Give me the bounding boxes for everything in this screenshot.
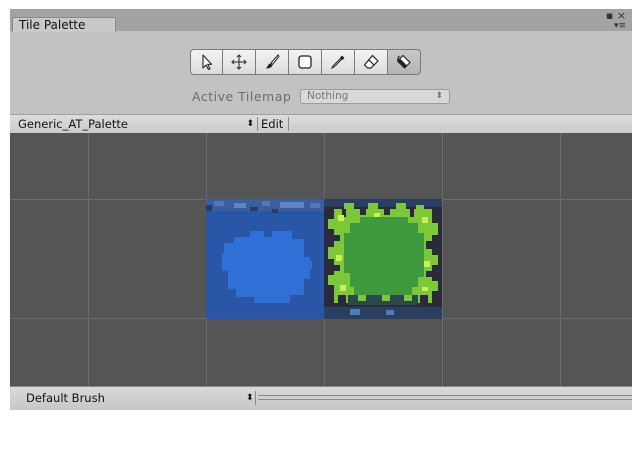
dropdown-arrow-icon: ⬍ xyxy=(246,393,254,403)
brush-splitter-line[interactable] xyxy=(258,399,632,400)
fill-bucket-icon xyxy=(396,54,411,69)
window-controls: ▪ × ▾≡ xyxy=(606,9,626,31)
tile-palette-window: Tile Palette ▪ × ▾≡ Active Tilemap Nothi… xyxy=(10,9,632,410)
select-tool-button[interactable] xyxy=(190,49,223,75)
dropdown-arrow-icon: ⬍ xyxy=(246,119,254,129)
water-tile[interactable] xyxy=(206,199,324,319)
tab-tile-palette[interactable]: Tile Palette xyxy=(12,17,116,32)
tile-tools-toolbar xyxy=(190,49,421,75)
paint-tool-button[interactable] xyxy=(256,49,289,75)
footer-divider xyxy=(255,391,256,405)
palette-dropdown[interactable]: Generic_AT_Palette ⬍ xyxy=(18,115,254,133)
tab-bar: Tile Palette ▪ × ▾≡ xyxy=(10,9,632,32)
picker-icon xyxy=(330,55,345,70)
select-icon xyxy=(201,54,212,71)
brush-footer-bar: Default Brush ⬍ xyxy=(10,386,632,410)
eraser-icon xyxy=(363,54,379,69)
palette-header-bar: Generic_AT_Palette ⬍ Edit xyxy=(10,114,632,134)
maximize-icon[interactable]: ▪ xyxy=(606,9,613,22)
dropdown-arrow-icon: ⬍ xyxy=(435,91,443,101)
palette-name: Generic_AT_Palette xyxy=(18,117,128,131)
header-divider xyxy=(288,117,289,131)
window-menu-icon[interactable]: ▾≡ xyxy=(606,21,626,31)
grid-line xyxy=(88,133,89,392)
edit-button[interactable]: Edit xyxy=(261,115,283,133)
header-divider xyxy=(257,117,258,131)
palette-grid[interactable] xyxy=(10,133,632,392)
active-tilemap-value: Nothing xyxy=(307,90,349,102)
move-tool-button[interactable] xyxy=(223,49,256,75)
picker-tool-button[interactable] xyxy=(322,49,355,75)
box-fill-icon xyxy=(298,55,312,69)
fill-tool-button[interactable] xyxy=(388,49,421,75)
brush-dropdown[interactable]: Default Brush xyxy=(26,390,105,407)
active-tilemap-dropdown[interactable]: Nothing ⬍ xyxy=(300,89,450,104)
paintbrush-icon xyxy=(266,54,280,69)
grid-line xyxy=(560,133,561,392)
active-tilemap-label: Active Tilemap xyxy=(192,89,292,104)
brush-splitter-line[interactable] xyxy=(258,395,632,396)
grass-tile[interactable] xyxy=(324,199,442,319)
box-fill-tool-button[interactable] xyxy=(289,49,322,75)
grid-line xyxy=(442,133,443,392)
move-icon xyxy=(231,54,247,70)
eraser-tool-button[interactable] xyxy=(355,49,388,75)
